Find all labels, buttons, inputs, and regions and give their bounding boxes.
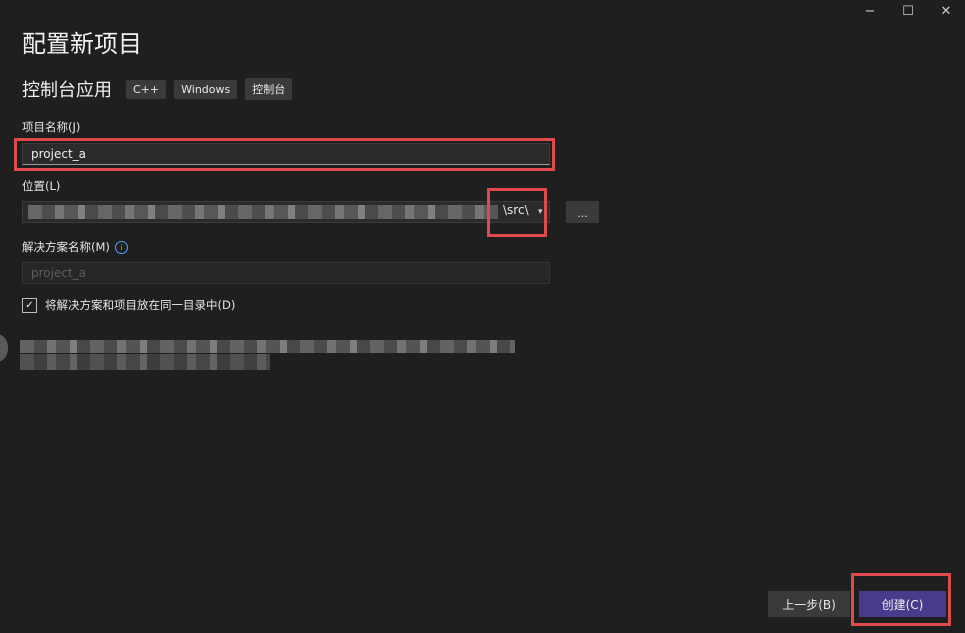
redacted-path [28, 205, 498, 219]
chevron-down-icon[interactable]: ▾ [538, 207, 543, 217]
solution-name-input[interactable]: project_a [22, 262, 550, 284]
project-name-input[interactable]: project_a [22, 143, 550, 165]
redacted-path-preview-2 [20, 354, 270, 370]
location-label: 位置(L) [22, 179, 61, 193]
same-dir-checkbox-row[interactable]: ✓ 将解决方案和项目放在同一目录中(D) [22, 297, 235, 313]
tag-cpp: C++ [126, 79, 167, 99]
maximize-icon[interactable]: ☐ [889, 0, 927, 22]
info-icon[interactable]: i [114, 241, 128, 254]
project-name-value: project_a [31, 147, 87, 161]
solution-name-label: 解决方案名称(M) i [22, 239, 128, 255]
checkbox-icon[interactable]: ✓ [22, 297, 37, 313]
tag-windows: Windows [174, 79, 238, 99]
create-button[interactable]: 创建(C) [859, 591, 946, 617]
same-dir-label: 将解决方案和项目放在同一目录中(D) [45, 298, 236, 312]
location-suffix: \src\ [503, 203, 529, 217]
template-header: 控制台应用 C++ Windows 控制台 [22, 76, 300, 102]
minimize-icon[interactable]: − [851, 0, 889, 22]
window-controls: − ☐ ✕ [851, 0, 965, 22]
back-button[interactable]: 上一步(B) [768, 591, 850, 617]
scroll-handle[interactable] [0, 333, 8, 363]
project-name-label: 项目名称(J) [22, 120, 81, 134]
browse-button[interactable]: ... [566, 201, 599, 223]
redacted-path-preview [20, 340, 515, 353]
tag-console: 控制台 [245, 78, 293, 100]
template-name: 控制台应用 [22, 80, 112, 101]
close-icon[interactable]: ✕ [927, 0, 965, 22]
solution-name-placeholder: project_a [31, 266, 87, 280]
page-title: 配置新项目 [22, 30, 142, 58]
solution-name-label-text: 解决方案名称(M) [22, 240, 110, 254]
